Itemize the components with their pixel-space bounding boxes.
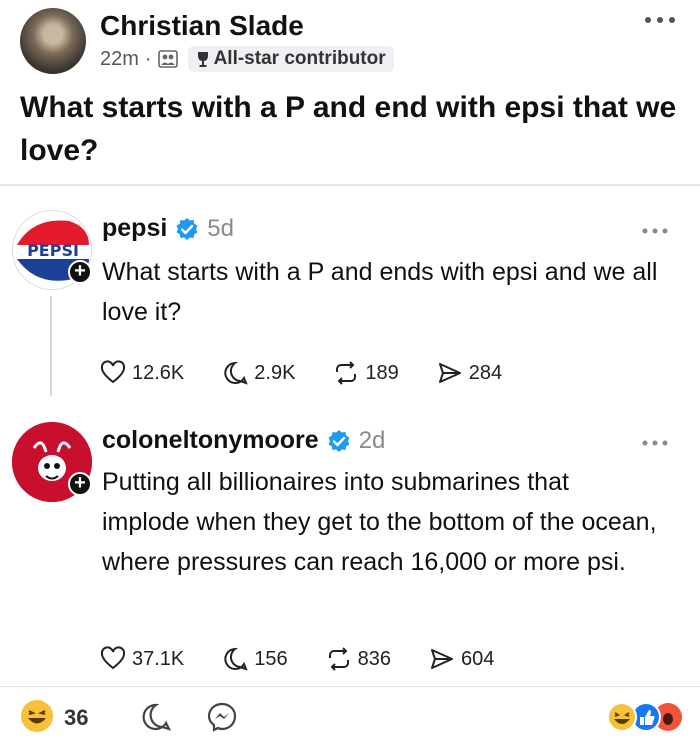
repost-button[interactable]: 836 <box>326 646 391 672</box>
post-header: Christian Slade 22m · All-star contribut… <box>0 0 700 90</box>
comment-count: 156 <box>254 647 288 670</box>
thread-author: coloneltonymoore 2d <box>102 426 385 455</box>
comment-count: 2.9K <box>254 361 296 384</box>
author-avatar[interactable] <box>20 8 86 74</box>
send-icon <box>438 363 461 383</box>
post-meta: 22m · All-star contributor <box>100 46 394 72</box>
like-count: 37.1K <box>132 647 185 670</box>
share-button[interactable]: 604 <box>429 646 494 672</box>
pepsi-logo-text: PEPSI <box>27 241 79 260</box>
group-icon <box>157 50 178 68</box>
post-text: What starts with a P and end with epsi t… <box>20 91 677 167</box>
share-count: 604 <box>461 647 495 670</box>
comment-button[interactable]: 156 <box>222 646 288 672</box>
thread-time: 2d <box>358 426 386 454</box>
thread-text: Putting all billionaires into submarines… <box>102 468 657 576</box>
comment-icon[interactable] <box>140 701 172 733</box>
handle[interactable]: coloneltonymoore <box>102 426 319 455</box>
repost-button[interactable]: 189 <box>333 360 399 386</box>
thread-line <box>50 296 52 396</box>
messenger-icon[interactable] <box>206 701 238 733</box>
heart-icon <box>100 646 126 670</box>
thread-post-pepsi: PEPSI + pepsi 5d What starts with a P an… <box>0 200 700 400</box>
more-dots-icon[interactable] <box>640 438 670 448</box>
repost-count: 836 <box>357 647 392 670</box>
verified-check-icon <box>328 429 350 452</box>
more-dots-icon[interactable] <box>640 226 670 236</box>
reaction-count[interactable]: 36 <box>64 705 88 731</box>
send-icon <box>431 649 454 669</box>
handle[interactable]: pepsi <box>102 214 167 243</box>
post-footer: 36 <box>0 695 700 743</box>
follow-plus-icon[interactable]: + <box>68 472 92 496</box>
speech-bubble-icon <box>224 647 248 671</box>
haha-reaction-icon[interactable] <box>20 699 54 733</box>
divider <box>0 184 700 186</box>
like-button[interactable]: 12.6K <box>100 360 184 386</box>
author-name[interactable]: Christian Slade <box>100 10 304 42</box>
like-count: 12.6K <box>132 361 185 384</box>
share-button[interactable]: 284 <box>437 360 502 386</box>
contributor-badge: All-star contributor <box>187 46 394 72</box>
more-options-icon[interactable] <box>642 10 678 30</box>
like-button[interactable]: 37.1K <box>100 646 184 672</box>
repost-icon <box>328 647 349 671</box>
action-bar: 37.1K 156 836 604 <box>100 646 532 672</box>
meta-separator: · <box>144 47 152 70</box>
verified-check-icon <box>176 217 198 240</box>
thread-time: 5d <box>207 214 234 242</box>
reaction-stack-icon[interactable] <box>604 701 684 733</box>
repost-icon <box>336 361 357 385</box>
footer-divider <box>0 686 700 687</box>
heart-icon <box>100 360 126 384</box>
follow-plus-icon[interactable]: + <box>68 260 92 284</box>
thread-text: What starts with a P and ends with epsi … <box>102 258 658 326</box>
repost-count: 189 <box>365 361 399 384</box>
thread-post-coloneltonymoore: + coloneltonymoore 2d Putting all billio… <box>0 412 700 682</box>
badge-label: All-star contributor <box>213 48 386 69</box>
share-count: 284 <box>468 361 503 384</box>
speech-bubble-icon <box>224 361 248 385</box>
comment-button[interactable]: 2.9K <box>222 360 295 386</box>
action-bar: 12.6K 2.9K 189 284 <box>100 360 540 386</box>
post-time[interactable]: 22m <box>100 48 139 71</box>
trophy-icon <box>197 52 208 67</box>
thread-author: pepsi 5d <box>102 214 234 243</box>
